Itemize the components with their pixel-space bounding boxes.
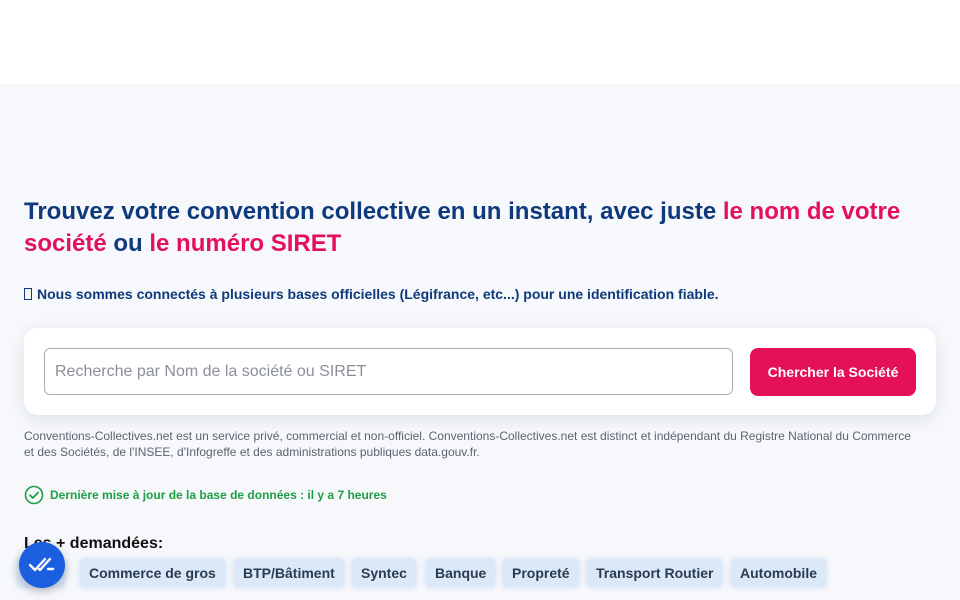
tag-commerce-de-gros[interactable]: Commerce de gros <box>80 559 225 587</box>
search-input[interactable] <box>44 348 733 395</box>
title-text-2: ou <box>106 230 150 257</box>
page-title: Trouvez votre convention collective en u… <box>24 196 924 260</box>
database-update-status: Dernière mise à jour de la base de donné… <box>24 484 387 506</box>
tag-automobile[interactable]: Automobile <box>731 559 826 587</box>
tag-transport-routier[interactable]: Transport Routier <box>587 559 723 587</box>
search-card: Chercher la Société <box>24 328 936 415</box>
tag-btp-batiment[interactable]: BTP/Bâtiment <box>234 559 344 587</box>
notice-text: Nous sommes connectés à plusieurs bases … <box>37 286 719 302</box>
search-company-button[interactable]: Chercher la Société <box>750 348 916 396</box>
popular-tags: HCR Commerce de gros BTP/Bâtiment Syntec… <box>0 559 960 587</box>
check-circle-icon <box>24 485 44 505</box>
official-sources-notice: Nous sommes connectés à plusieurs bases … <box>24 285 719 303</box>
update-status-text: Dernière mise à jour de la base de donné… <box>50 488 387 502</box>
floating-action-button[interactable] <box>19 542 65 588</box>
legal-disclaimer: Conventions-Collectives.net est un servi… <box>24 429 911 459</box>
title-text-1: Trouvez votre convention collective en u… <box>24 198 723 225</box>
emoji-placeholder-icon <box>24 288 32 300</box>
title-highlight-siret: le numéro SIRET <box>149 230 342 257</box>
tag-syntec[interactable]: Syntec <box>352 559 416 587</box>
tag-banque[interactable]: Banque <box>426 559 496 587</box>
top-navbar <box>0 0 960 84</box>
tag-proprete[interactable]: Propreté <box>503 559 579 587</box>
double-check-icon <box>28 557 55 572</box>
